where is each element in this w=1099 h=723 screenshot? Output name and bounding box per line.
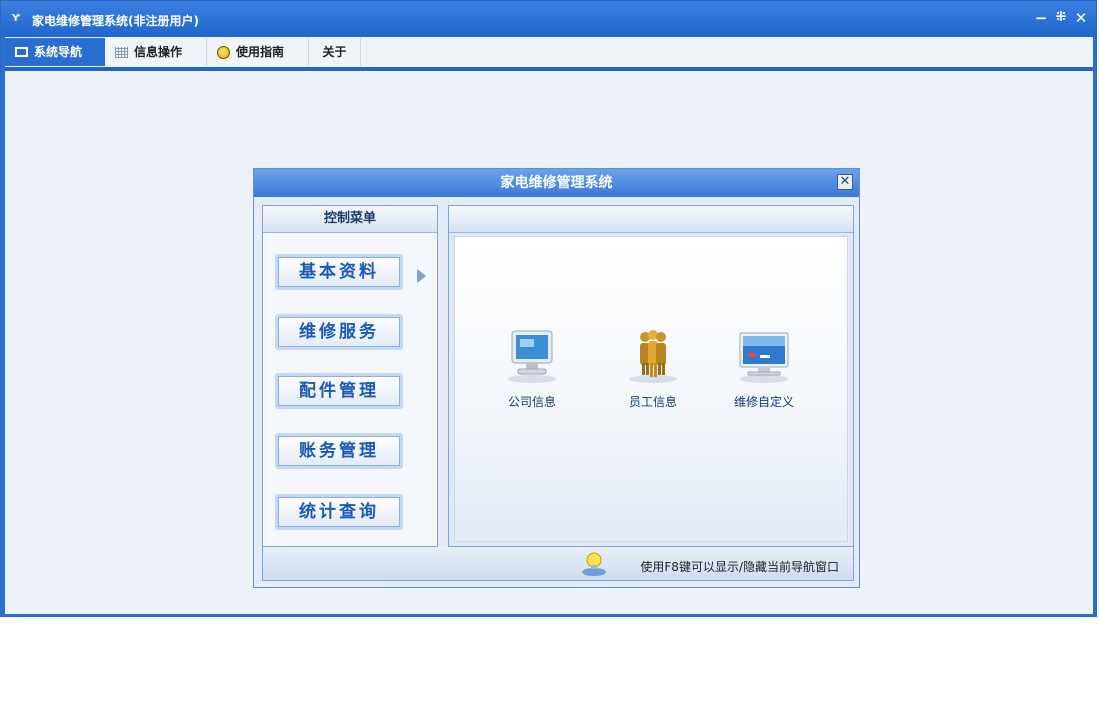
grid-icon	[115, 46, 128, 58]
computer-icon	[502, 325, 562, 385]
menu-button-repair-service[interactable]: 维修服务	[275, 314, 403, 350]
content-panel: 公司信息 员工信息 维修自定义	[448, 205, 854, 547]
tab-system-navigation[interactable]: 系统导航	[5, 38, 105, 66]
menu-button-parts-management[interactable]: 配件管理	[275, 373, 403, 409]
tile-company-info[interactable]: 公司信息	[487, 325, 577, 410]
content-area: 公司信息 员工信息 维修自定义	[454, 236, 848, 542]
minimize-button[interactable]: −	[1034, 10, 1048, 26]
menu-button-statistics-query[interactable]: 统计查询	[275, 494, 403, 530]
window-controls: − ⁜ ✕	[1034, 10, 1088, 26]
tab-label: 关于	[322, 45, 347, 59]
hint-bulb-icon	[580, 551, 608, 577]
close-button[interactable]: ✕	[1074, 10, 1088, 26]
window-title: 家电维修管理系统(非注册用户)	[32, 14, 199, 28]
tile-label: 员工信息	[628, 395, 677, 409]
tile-repair-custom[interactable]: 维修自定义	[719, 325, 809, 410]
navigation-dialog: 家电维修管理系统 ✕ 控制菜单 基本资料 维修服务 配件管理 账务管理 统计查询	[253, 168, 860, 588]
control-menu-panel: 控制菜单 基本资料 维修服务 配件管理 账务管理 统计查询	[262, 205, 438, 547]
status-bar: 使用F8键可以显示/隐藏当前导航窗口	[262, 547, 854, 581]
tile-label: 公司信息	[507, 395, 556, 409]
dialog-close-button[interactable]: ✕	[837, 174, 853, 190]
restore-button[interactable]: ⁜	[1054, 10, 1068, 26]
monitor-icon	[15, 47, 28, 57]
tab-label: 系统导航	[34, 45, 83, 59]
tab-info-operation[interactable]: 信息操作	[105, 38, 207, 66]
menu-header: 控制菜单	[263, 206, 437, 233]
menu-button-basic-data[interactable]: 基本资料	[275, 254, 403, 290]
tab-label: 使用指南	[236, 45, 285, 59]
status-hint-text: 使用F8键可以显示/隐藏当前导航窗口	[640, 560, 839, 574]
app-logo-icon: Ƴ	[12, 13, 20, 24]
tab-label: 信息操作	[134, 45, 183, 59]
dialog-title-text: 家电维修管理系统	[500, 175, 613, 191]
monitor-screen-icon	[734, 325, 794, 385]
selected-arrow-icon	[417, 269, 426, 283]
tab-about[interactable]: 关于	[309, 38, 361, 66]
tile-employee-info[interactable]: 员工信息	[608, 325, 698, 410]
tab-bar: 系统导航 信息操作 使用指南 关于	[5, 37, 1093, 71]
dialog-title[interactable]: 家电维修管理系统	[254, 169, 859, 197]
tile-label: 维修自定义	[733, 395, 794, 409]
bulb-icon	[217, 45, 230, 59]
content-header	[449, 206, 853, 233]
people-icon	[623, 325, 683, 385]
menu-button-accounts-management[interactable]: 账务管理	[275, 433, 403, 469]
tab-user-guide[interactable]: 使用指南	[207, 38, 309, 66]
title-bar[interactable]: Ƴ 家电维修管理系统(非注册用户) − ⁜ ✕	[1, 1, 1096, 37]
